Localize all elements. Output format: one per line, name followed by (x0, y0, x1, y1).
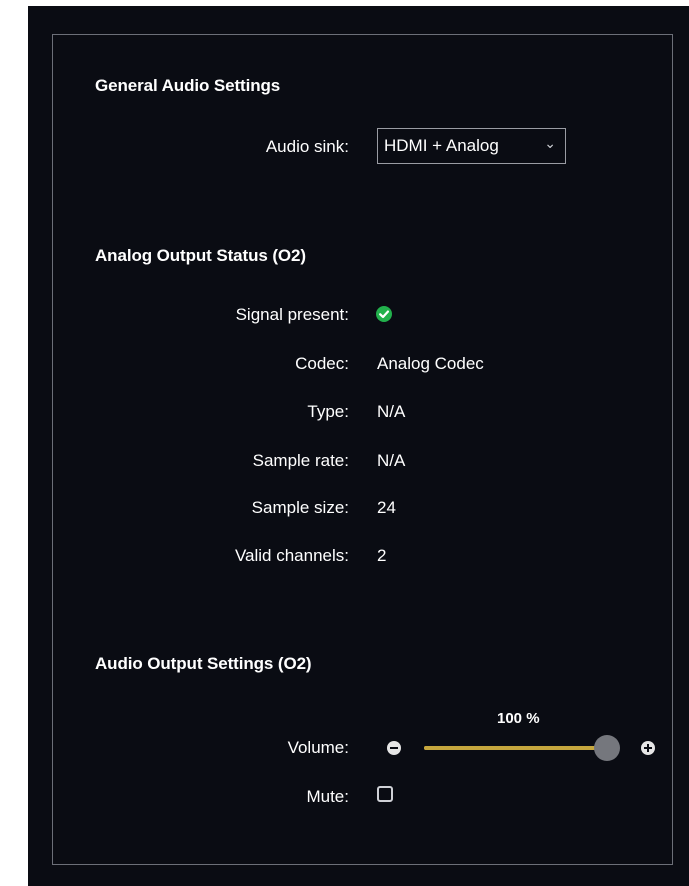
chevron-down-icon: ⌄ (544, 135, 556, 151)
check-circle-icon (376, 306, 392, 322)
sample-size-value: 24 (377, 498, 396, 517)
signal-present-label: Signal present: (235, 305, 349, 324)
plus-icon (647, 744, 649, 752)
audio-sink-select[interactable]: HDMI + Analog ⌄ (377, 128, 566, 164)
sample-rate-label: Sample rate: (252, 451, 349, 470)
volume-percent-readout: 100 % (497, 710, 540, 727)
type-value: N/A (377, 402, 406, 421)
settings-panel (52, 34, 673, 865)
section-title-general-audio: General Audio Settings (95, 76, 281, 95)
volume-label: Volume: (287, 738, 349, 757)
audio-sink-value: HDMI + Analog (384, 136, 499, 155)
sample-size-label: Sample size: (251, 498, 349, 517)
volume-increase-button[interactable] (641, 741, 655, 755)
valid-channels-value: 2 (377, 546, 387, 565)
volume-slider-fill (424, 746, 607, 750)
type-label: Type: (307, 402, 349, 421)
section-title-analog-output-status: Analog Output Status (O2) (95, 246, 306, 265)
volume-slider-thumb[interactable] (594, 735, 620, 761)
section-title-audio-output-settings: Audio Output Settings (O2) (95, 654, 312, 673)
audio-sink-label: Audio sink: (265, 137, 349, 156)
valid-channels-label: Valid channels: (234, 546, 349, 565)
minus-icon (390, 747, 398, 749)
codec-value: Analog Codec (377, 354, 484, 373)
volume-decrease-button[interactable] (387, 741, 401, 755)
sample-rate-value: N/A (377, 451, 406, 470)
volume-slider[interactable] (424, 735, 620, 761)
mute-label: Mute: (306, 787, 349, 806)
mute-checkbox[interactable] (377, 786, 393, 802)
codec-label: Codec: (295, 354, 349, 373)
